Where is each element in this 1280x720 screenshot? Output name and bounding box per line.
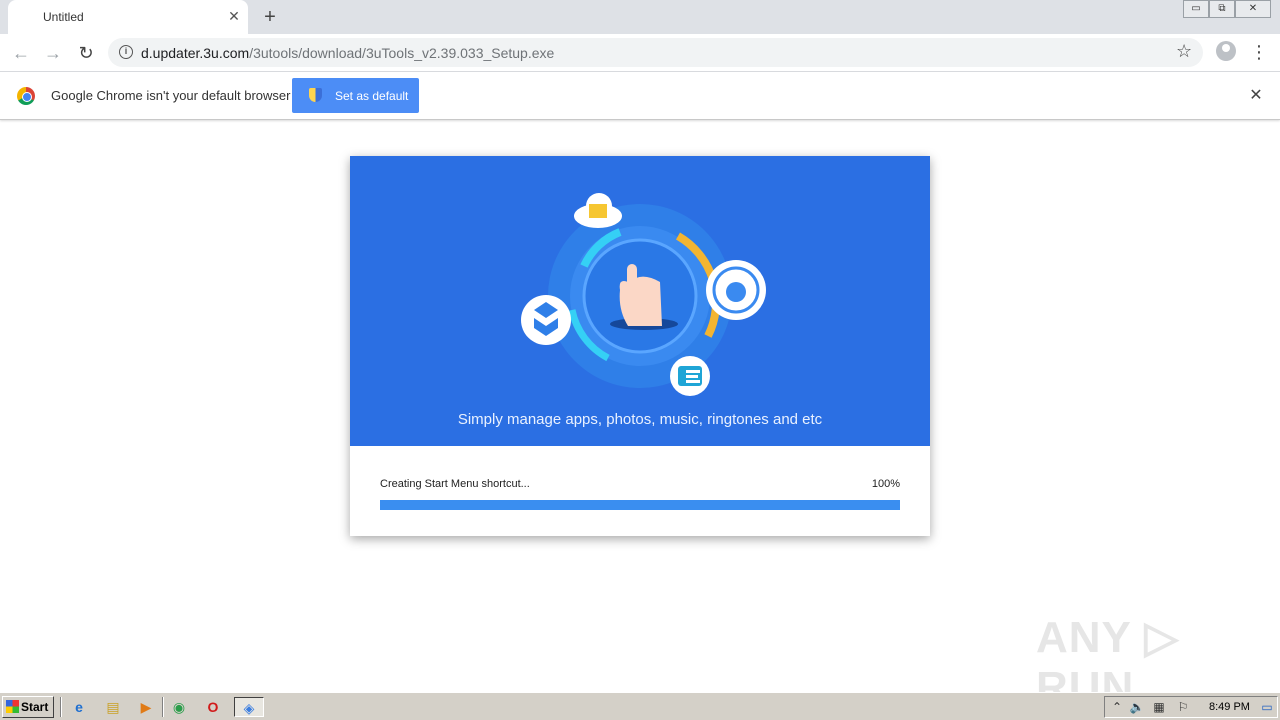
new-tab-button[interactable]: + [258,6,282,28]
chrome-menu-icon[interactable]: ⋮ [1250,40,1268,64]
installer-window: Simply manage apps, photos, music, ringt… [350,156,930,536]
minimize-button[interactable]: ▭ [1183,0,1209,18]
tab-strip: Untitled ✕ + ▭ ⧉ ✕ [0,0,1280,34]
infobar-close-icon[interactable]: ✕ [1246,86,1266,106]
profile-avatar-icon[interactable] [1216,41,1236,61]
windows-taskbar: Start e ▤ ▶ ◉ O ◈ ⌃ 🔈 ▦ ⚐ 8:49 PM ▭ [0,692,1280,720]
install-progress-fill [380,500,900,510]
windows-flag-icon [6,700,19,713]
chrome-icon[interactable]: ◉ [168,697,190,717]
installer-icon[interactable]: ◈ [234,697,264,717]
install-percent: 100% [871,478,900,490]
site-info-icon[interactable]: i [119,45,133,59]
set-as-default-button[interactable]: Set as default [292,78,419,113]
taskbar-clock[interactable]: 8:49 PM [1209,701,1250,713]
e-app-icon [670,356,710,396]
url-path: /3utools/download/3uTools_v2.39.033_Setu… [249,45,555,61]
installer-banner: Simply manage apps, photos, music, ringt… [350,156,930,446]
installer-illustration [521,193,766,396]
tab-close-icon[interactable]: ✕ [226,8,242,24]
installer-tagline: Simply manage apps, photos, music, ringt… [457,411,823,428]
tab-title: Untitled [43,10,84,24]
set-as-default-label: Set as default [335,89,409,103]
tray-expand-icon[interactable]: ⌃ [1109,699,1125,715]
tab-untitled[interactable]: Untitled ✕ [8,0,248,34]
browser-toolbar: ← → ↻ i d.updater.3u.com/3utools/downloa… [0,34,1280,72]
volume-icon[interactable]: 🔈 [1129,699,1145,715]
explorer-icon[interactable]: ▤ [102,697,124,717]
action-center-flag-icon[interactable]: ⚐ [1175,699,1191,715]
address-bar[interactable]: i d.updater.3u.com/3utools/download/3uTo… [108,38,1203,67]
reload-button[interactable]: ↻ [73,40,99,66]
taskbar-separator [162,697,164,717]
system-tray: ⌃ 🔈 ▦ ⚐ 8:49 PM ▭ [1104,696,1278,718]
restore-button[interactable]: ⧉ [1209,0,1235,18]
default-browser-infobar: Google Chrome isn't your default browser… [0,72,1280,120]
install-progress-bar [380,500,900,510]
dropbox-box-icon [521,295,571,345]
network-icon[interactable]: ▦ [1151,699,1167,715]
url-domain: d.updater.3u.com [141,45,250,61]
start-button[interactable]: Start [2,696,54,718]
apple-sync-icon [706,260,766,320]
start-label: Start [21,700,49,714]
forward-button[interactable]: → [40,40,66,66]
url-text[interactable]: d.updater.3u.com/3utools/download/3uTool… [141,45,554,61]
install-status-text: Creating Start Menu shortcut... [380,478,530,490]
opera-icon[interactable]: O [202,697,224,717]
uac-shield-icon [309,88,322,102]
ie-icon[interactable]: e [68,697,90,717]
infobar-message: Google Chrome isn't your default browser [51,88,291,103]
close-window-button[interactable]: ✕ [1235,0,1271,18]
media-player-icon[interactable]: ▶ [135,697,157,717]
bookmark-star-icon[interactable]: ☆ [1176,41,1192,62]
cloud-folder-icon [574,193,622,228]
show-desktop-icon[interactable]: ▭ [1259,699,1275,715]
back-button[interactable]: ← [8,40,34,66]
chrome-logo-icon [17,87,35,105]
taskbar-separator [60,697,62,717]
